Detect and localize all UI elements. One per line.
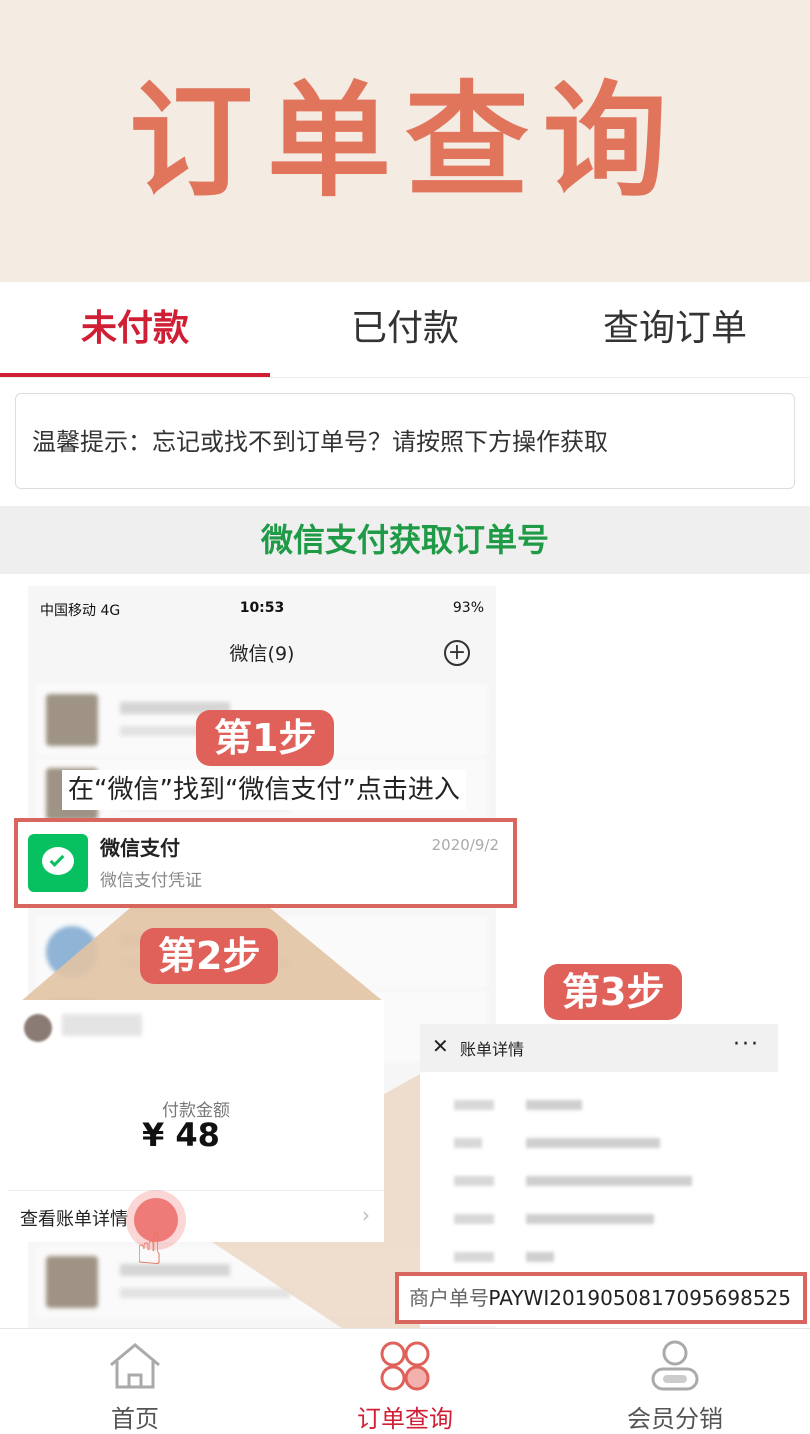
tip-box: 温馨提示：忘记或找不到订单号？请按照下方操作获取 xyxy=(15,393,795,489)
section-title: 微信支付获取订单号 xyxy=(0,506,810,574)
nav-member-label: 会员分销 xyxy=(627,1405,723,1433)
view-details-row: 查看账单详情 › xyxy=(8,1190,384,1242)
tab-unpaid[interactable]: 未付款 xyxy=(0,282,270,377)
close-icon: ✕ xyxy=(432,1034,449,1058)
step-1-text: 在“微信”找到“微信支付”点击进入 xyxy=(62,770,466,810)
bill-header: ✕ 账单详情 ··· xyxy=(420,1024,778,1072)
view-details-label: 查看账单详情 xyxy=(20,1209,128,1230)
nav-order-query-label: 订单查询 xyxy=(357,1405,453,1433)
bill-title: 账单详情 xyxy=(460,1040,525,1059)
hand-pointer-icon: ☝ xyxy=(136,1224,163,1275)
merchant-avatar xyxy=(24,1014,52,1042)
order-tabs: 未付款 已付款 查询订单 xyxy=(0,282,810,378)
merchant-order-number: 商户单号 PAYWI2019050817095698525 xyxy=(395,1272,807,1324)
order-icon xyxy=(380,1341,430,1391)
payment-detail-card: 付款金额 ¥ 48 查看账单详情 › xyxy=(8,1000,384,1242)
wechat-pay-item: 微信支付 微信支付凭证 2020/9/2 xyxy=(14,818,517,908)
header-banner: 订单查询 xyxy=(0,0,810,282)
amount-value: ¥ 48 xyxy=(142,1116,220,1154)
pay-item-title: 微信支付 xyxy=(100,836,180,860)
tab-paid[interactable]: 已付款 xyxy=(270,282,540,377)
nav-member-distribution[interactable]: 会员分销 xyxy=(540,1329,810,1433)
member-icon xyxy=(651,1340,699,1391)
page-title: 订单查询 xyxy=(128,69,681,214)
step-2-badge: 第2步 xyxy=(140,928,279,984)
merchant-no-value: PAYWI2019050817095698525 xyxy=(488,1286,791,1310)
step-3-badge: 第3步 xyxy=(544,964,683,1020)
pay-item-date: 2020/9/2 xyxy=(431,836,499,854)
nav-home-label: 首页 xyxy=(111,1405,159,1433)
merchant-no-label: 商户单号 xyxy=(409,1286,489,1310)
wechat-pay-icon xyxy=(28,834,88,892)
nav-order-query[interactable]: 订单查询 xyxy=(270,1329,540,1433)
guide-illustration: 中国移动 4G 10:53 93% 微信(9) + 第1步 在“微信”找到“微信… xyxy=(0,574,810,1328)
more-icon: ··· xyxy=(733,1032,760,1057)
tab-query-order[interactable]: 查询订单 xyxy=(540,282,810,377)
bottom-nav: 首页 订单查询 会员分销 xyxy=(0,1328,810,1433)
pay-item-subtitle: 微信支付凭证 xyxy=(100,871,202,891)
step-1-badge: 第1步 xyxy=(196,710,335,766)
chevron-right-icon: › xyxy=(362,1203,370,1227)
home-icon xyxy=(110,1343,160,1389)
nav-home[interactable]: 首页 xyxy=(0,1329,270,1433)
